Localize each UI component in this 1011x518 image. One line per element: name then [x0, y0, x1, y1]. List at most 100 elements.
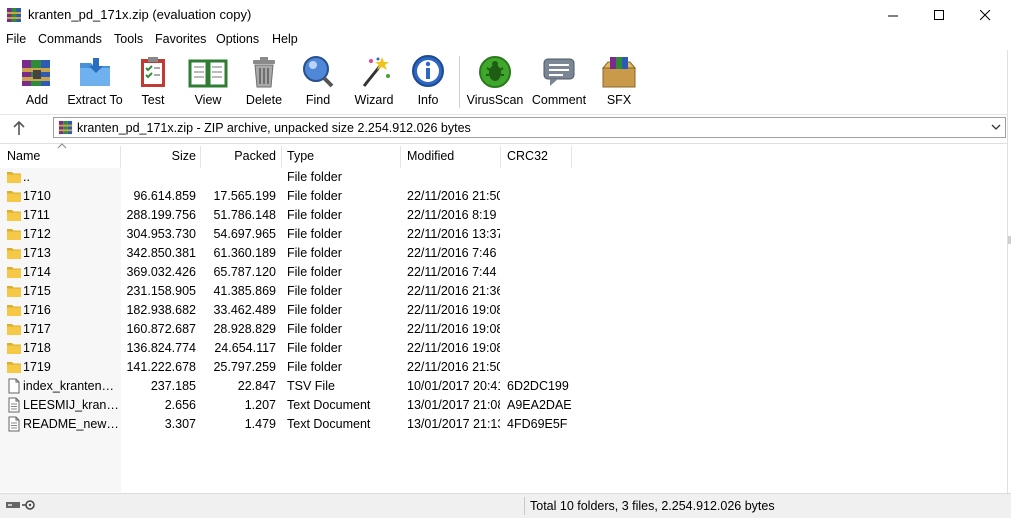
folder-icon	[6, 359, 22, 375]
file-packed-size: 51.786.148	[213, 208, 276, 222]
comment-button[interactable]: Comment	[527, 54, 591, 112]
file-type: Text Document	[287, 417, 371, 431]
file-row[interactable]: 1715 231.158.905 41.385.869 File folder 22/1…	[0, 282, 1008, 301]
file-packed-size: 1.207	[244, 398, 276, 412]
minimize-button[interactable]	[870, 0, 916, 30]
file-type: File folder	[287, 208, 342, 222]
file-size: 141.222.678	[126, 360, 196, 374]
status-bar: Total 10 folders, 3 files, 2.254.912.026…	[0, 493, 1011, 518]
menu-file[interactable]: File	[6, 32, 26, 46]
folder-icon	[6, 226, 22, 242]
file-icon	[6, 378, 22, 394]
file-modified: 22/11/2016 19:08	[407, 303, 500, 317]
file-type: File folder	[287, 341, 342, 355]
file-packed-size: 54.697.965	[213, 227, 276, 241]
close-button[interactable]	[962, 0, 1008, 30]
file-type: File folder	[287, 170, 342, 184]
file-type: File folder	[287, 227, 342, 241]
column-modified[interactable]: Modified	[407, 149, 454, 163]
maximize-button[interactable]	[916, 0, 962, 30]
column-divider[interactable]	[200, 146, 201, 168]
drive-key-icon[interactable]	[6, 499, 40, 511]
file-type: File folder	[287, 189, 342, 203]
file-packed-size: 65.787.120	[213, 265, 276, 279]
menu-commands[interactable]: Commands	[38, 32, 102, 46]
file-row[interactable]: 1716 182.938.682 33.462.489 File folder 22/1…	[0, 301, 1008, 320]
window-right-border	[1007, 50, 1008, 497]
extract-to-button[interactable]: Extract To	[63, 54, 127, 112]
file-row[interactable]: 1719 141.222.678 25.797.259 File folder 22/1…	[0, 358, 1008, 377]
file-modified: 22/11/2016 19:08	[407, 341, 500, 355]
column-size[interactable]: Size	[124, 149, 196, 163]
file-row[interactable]: 1714 369.032.426 65.787.120 File folder 22/1…	[0, 263, 1008, 282]
file-packed-size: 1.479	[244, 417, 276, 431]
file-packed-size: 24.654.117	[214, 341, 276, 355]
text-file-icon	[6, 397, 22, 413]
file-row[interactable]: 1718 136.824.774 24.654.117 File folder 22/1…	[0, 339, 1008, 358]
column-packed[interactable]: Packed	[203, 149, 276, 163]
column-divider[interactable]	[120, 146, 121, 168]
chevron-down-icon[interactable]	[990, 120, 1002, 134]
folder-icon	[6, 264, 22, 280]
file-name: index_kranten_p...	[23, 379, 120, 393]
menu-help[interactable]: Help	[272, 32, 298, 46]
column-divider[interactable]	[571, 146, 572, 168]
file-size: 160.872.687	[126, 322, 196, 336]
file-size: 237.185	[150, 379, 196, 393]
file-row[interactable]: LEESMIJ_kranten... 2.656 1.207 Text Documen…	[0, 396, 1008, 415]
add-label: Add	[25, 93, 49, 107]
close-icon	[979, 9, 990, 20]
file-name: ..	[23, 170, 30, 184]
menu-bar: File Commands Tools Favorites Options He…	[0, 30, 1011, 50]
file-row[interactable]: 1712 304.953.730 54.697.965 File folder 22/1…	[0, 225, 1008, 244]
file-row[interactable]: README_newsp... 3.307 1.479 Text Document 13…	[0, 415, 1008, 434]
file-row[interactable]: index_kranten_p... 237.185 22.847 TSV File 1…	[0, 377, 1008, 396]
file-name: 1716	[23, 303, 51, 317]
column-divider[interactable]	[281, 146, 282, 168]
file-size: 2.656	[164, 398, 196, 412]
archive-path-combo[interactable]: kranten_pd_171x.zip - ZIP archive, unpac…	[53, 117, 1006, 138]
title-bar: kranten_pd_171x.zip (evaluation copy)	[0, 0, 1011, 30]
text-file-icon	[6, 416, 22, 432]
comment-label: Comment	[531, 93, 587, 107]
column-crc32[interactable]: CRC32	[507, 149, 548, 163]
file-row[interactable]: .. File folder	[0, 168, 1008, 187]
menu-options[interactable]: Options	[216, 32, 259, 46]
extract-to-label: Extract To	[67, 93, 123, 107]
sfx-box-icon	[601, 57, 637, 88]
up-one-level-button[interactable]	[8, 119, 30, 137]
file-modified: 22/11/2016 7:44	[407, 265, 497, 279]
zip-archive-icon	[58, 120, 73, 135]
add-archive-icon	[22, 60, 50, 86]
find-button[interactable]: Find	[286, 54, 350, 112]
menu-favorites[interactable]: Favorites	[155, 32, 206, 46]
column-divider[interactable]	[500, 146, 501, 168]
folder-icon	[6, 283, 22, 299]
file-packed-size: 22.847	[237, 379, 276, 393]
virusscan-button[interactable]: VirusScan	[463, 54, 527, 112]
file-row[interactable]: 1717 160.872.687 28.928.829 File folder 22/1…	[0, 320, 1008, 339]
sfx-button[interactable]: SFX	[587, 54, 651, 112]
file-size: 182.938.682	[126, 303, 196, 317]
file-rows: .. File folder 1710 96.614.859 17.565.199 Fil…	[0, 168, 1008, 434]
file-packed-size: 41.385.869	[213, 284, 276, 298]
file-name: 1718	[23, 341, 51, 355]
file-row[interactable]: 1711 288.199.756 51.786.148 File folder 22/1…	[0, 206, 1008, 225]
menu-tools[interactable]: Tools	[114, 32, 143, 46]
sfx-label: SFX	[606, 93, 632, 107]
file-packed-size: 17.565.199	[213, 189, 276, 203]
column-divider[interactable]	[400, 146, 401, 168]
file-packed-size: 33.462.489	[213, 303, 276, 317]
magnifier-icon	[303, 56, 334, 88]
view-button[interactable]: View	[176, 54, 240, 112]
info-button[interactable]: Info	[396, 54, 460, 112]
column-name[interactable]: Name	[7, 149, 40, 163]
add-button[interactable]: Add	[5, 54, 69, 112]
column-type[interactable]: Type	[287, 149, 314, 163]
file-name: 1715	[23, 284, 51, 298]
file-row[interactable]: 1713 342.850.381 61.360.189 File folder 22/1…	[0, 244, 1008, 263]
file-row[interactable]: 1710 96.614.859 17.565.199 File folder 22/11…	[0, 187, 1008, 206]
column-header: Name Size Packed Type Modified CRC32	[0, 143, 1008, 168]
file-modified: 13/01/2017 21:08	[407, 398, 500, 412]
file-name: README_newsp...	[23, 417, 120, 431]
